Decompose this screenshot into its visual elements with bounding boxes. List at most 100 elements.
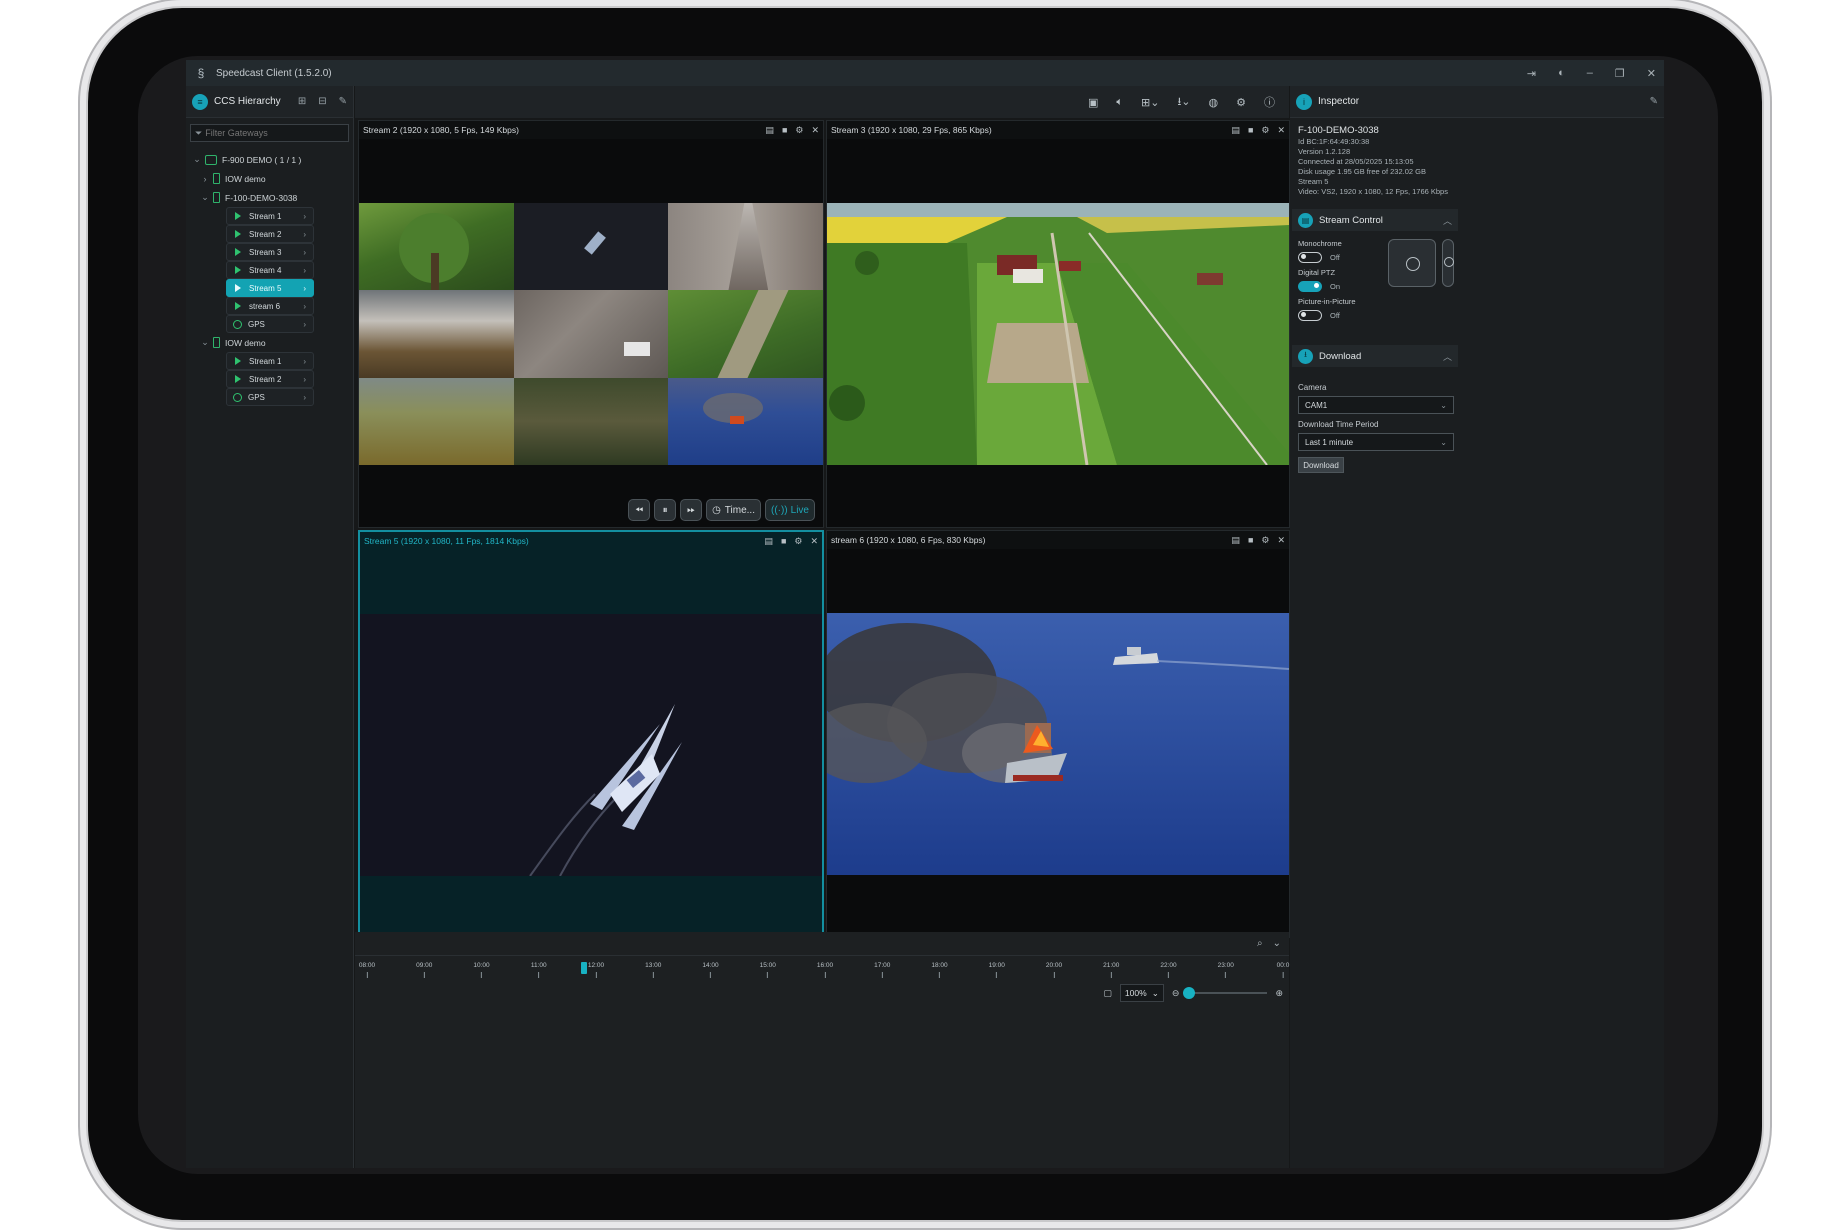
tree-root[interactable]: ⌄ F-900 DEMO ( 1 / 1 ) <box>186 150 353 169</box>
video-feed[interactable] <box>359 203 823 465</box>
video-feed[interactable] <box>827 203 1289 465</box>
caption-icon[interactable]: ▤ <box>764 536 773 547</box>
zoom-controls: ▢ 100% ⌄ ⊖ ⊕ <box>1103 984 1283 1002</box>
chevron-down-icon[interactable]: ⌄ <box>192 154 202 165</box>
stream-item[interactable]: stream 6 › <box>226 297 314 315</box>
caption-icon[interactable]: ▤ <box>1231 125 1240 136</box>
minimize-button[interactable]: – <box>1587 67 1593 79</box>
download-header[interactable]: ⭳ Download ︿ <box>1292 345 1458 367</box>
fast-forward-button[interactable]: ⏩︎ <box>680 499 703 521</box>
camera-value: CAM1 <box>1305 400 1328 410</box>
camera-icon[interactable]: ■ <box>782 125 787 136</box>
zoom-slider[interactable] <box>1183 987 1268 999</box>
expand-panel-icon[interactable]: ⊞ <box>298 96 306 107</box>
chevron-up-icon[interactable]: ︿ <box>1443 214 1452 227</box>
close-window-button[interactable]: ✕ <box>1647 67 1656 80</box>
gateway-tree: ⌄ F-900 DEMO ( 1 / 1 ) › IOW demo ⌄ F-10… <box>186 150 353 406</box>
caption-icon[interactable]: ▤ <box>765 125 774 136</box>
stream-control-header[interactable]: ▤ Stream Control ︿ <box>1292 209 1458 231</box>
rewind-button[interactable]: ⏪︎ <box>628 499 651 521</box>
search-icon[interactable]: ⌕ <box>1257 938 1263 949</box>
timeline-tick: 15:00 <box>760 962 776 978</box>
close-icon[interactable]: ✕ <box>1277 125 1285 136</box>
live-button[interactable]: ((·)) Live <box>764 499 815 521</box>
stream-item[interactable]: Stream 4 › <box>226 261 314 279</box>
chevron-right-icon[interactable]: › <box>200 174 210 184</box>
close-icon[interactable]: ✕ <box>810 536 818 547</box>
tree-gateway[interactable]: › IOW demo <box>186 169 353 188</box>
time-button[interactable]: ◷ Time... <box>706 499 761 521</box>
close-icon[interactable]: ✕ <box>1277 535 1285 546</box>
camera-icon[interactable]: ■ <box>1248 125 1253 136</box>
timeline-tick: 14:00 <box>702 962 718 978</box>
snapshot-icon[interactable]: ▣ <box>1088 96 1098 109</box>
tree-gateway[interactable]: ⌄ F-100-DEMO-3038 <box>186 188 353 207</box>
stream-item[interactable]: Stream 2 › <box>226 370 314 388</box>
timeline-cursor[interactable] <box>581 962 587 974</box>
zoom-slider-handle[interactable] <box>1183 987 1196 999</box>
fit-icon[interactable]: ▢ <box>1103 988 1112 999</box>
gear-icon[interactable]: ⚙ <box>1261 535 1269 546</box>
chevron-down-icon[interactable]: ⌄ <box>200 337 210 348</box>
device-connected: Connected at 28/05/2025 15:13:05 <box>1298 157 1414 166</box>
period-select[interactable]: Last 1 minute ⌄ <box>1298 433 1454 451</box>
filter-gateways-input[interactable] <box>205 128 336 138</box>
gps-item[interactable]: GPS › <box>226 388 314 406</box>
ptz-joystick[interactable] <box>1388 239 1436 287</box>
chevron-up-icon[interactable]: ︿ <box>1443 350 1452 363</box>
device-version: Version 1.2.128 <box>1298 147 1351 156</box>
pin-icon[interactable]: ✎ <box>1650 96 1658 107</box>
video-feed[interactable] <box>360 614 822 876</box>
pause-button[interactable]: ⏸︎ <box>654 499 677 521</box>
logout-icon[interactable]: ⇥ <box>1527 67 1536 80</box>
pip-toggle[interactable] <box>1298 309 1322 321</box>
gear-icon[interactable]: ⚙ <box>794 536 802 547</box>
stream-item[interactable]: Stream 3 › <box>226 243 314 261</box>
tree-gateway[interactable]: ⌄ IOW demo <box>186 333 353 352</box>
gear-icon[interactable]: ⚙ <box>795 125 803 136</box>
stream-item-selected[interactable]: Stream 5 › <box>226 279 314 297</box>
inspector-panel: i Inspector ✎ F-100-DEMO-3038 Id BC:1F:6… <box>1290 86 1664 1168</box>
collapse-panel-icon[interactable]: ⊟ <box>318 96 326 107</box>
camera-select[interactable]: CAM1 ⌄ <box>1298 396 1454 414</box>
camera-icon[interactable]: ■ <box>1248 535 1253 546</box>
timeline-tick: 13:00 <box>645 962 661 978</box>
theme-toggle-icon[interactable]: ◐ <box>1558 67 1565 79</box>
zoom-select[interactable]: 100% ⌄ <box>1119 984 1164 1002</box>
video-feed[interactable] <box>827 613 1289 875</box>
digital-ptz-toggle[interactable] <box>1298 280 1322 292</box>
layout-icon[interactable]: ⊞⌄ <box>1141 96 1159 109</box>
audio-icon[interactable]: 🔈︎ <box>1116 96 1123 109</box>
help-icon[interactable]: ⓘ <box>1264 94 1275 110</box>
video-tile-active[interactable]: Stream 5 (1920 x 1080, 11 Fps, 1814 Kbps… <box>358 530 824 938</box>
gear-icon[interactable]: ⚙ <box>1261 125 1269 136</box>
video-tile[interactable]: Stream 3 (1920 x 1080, 29 Fps, 865 Kbps)… <box>826 120 1290 528</box>
stream-item[interactable]: Stream 1 › <box>226 207 314 225</box>
close-icon[interactable]: ✕ <box>811 125 819 136</box>
chevron-down-icon[interactable]: ⌄ <box>1273 938 1281 949</box>
video-tile[interactable]: stream 6 (1920 x 1080, 6 Fps, 830 Kbps) … <box>826 530 1290 938</box>
tile-title: Stream 5 (1920 x 1080, 11 Fps, 1814 Kbps… <box>364 536 529 546</box>
filter-box: ⏷ <box>190 124 349 142</box>
chevron-down-icon[interactable]: ⌄ <box>200 192 210 203</box>
pip-state: Off <box>1330 310 1340 320</box>
stream-item[interactable]: Stream 2 › <box>226 225 314 243</box>
tile-title: Stream 3 (1920 x 1080, 29 Fps, 865 Kbps) <box>831 125 992 135</box>
app-logo-icon: § <box>197 66 205 80</box>
restore-button[interactable]: ❐ <box>1615 67 1625 80</box>
zoom-out-icon[interactable]: ⊖ <box>1172 988 1180 999</box>
timeline-toolbar: ⌕ ⌄ <box>355 932 1289 956</box>
camera-icon[interactable]: ■ <box>781 536 786 547</box>
caption-icon[interactable]: ▤ <box>1231 535 1240 546</box>
globe-icon[interactable]: ◍ <box>1209 96 1219 109</box>
pin-icon[interactable]: ✎ <box>339 96 347 107</box>
ptz-zoom-slider[interactable] <box>1442 239 1454 287</box>
zoom-in-icon[interactable]: ⊕ <box>1275 988 1283 999</box>
download-icon[interactable]: ⭳⌄ <box>1177 93 1190 112</box>
gear-icon[interactable]: ⚙ <box>1236 96 1246 109</box>
gps-item[interactable]: GPS › <box>226 315 314 333</box>
monochrome-toggle[interactable] <box>1298 251 1322 263</box>
video-tile[interactable]: Stream 2 (1920 x 1080, 5 Fps, 149 Kbps) … <box>358 120 824 528</box>
stream-item[interactable]: Stream 1 › <box>226 352 314 370</box>
download-button[interactable]: Download <box>1298 457 1344 473</box>
